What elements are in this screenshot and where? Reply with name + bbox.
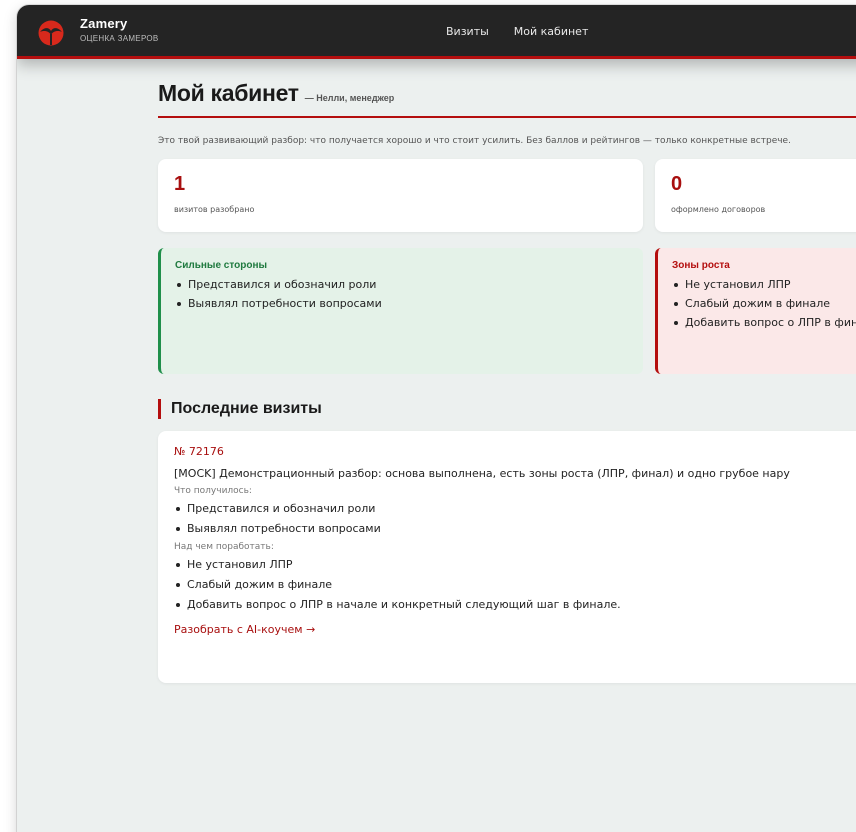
brand-tagline: ОЦЕНКА ЗАМЕРОВ	[80, 34, 159, 43]
list-item: Не установил ЛПР	[672, 277, 856, 293]
stat-value: 0	[671, 173, 683, 195]
list-item: Выявлял потребности вопросами	[174, 521, 856, 537]
main-content: Мой кабинет — Нелли, менеджер Это твой р…	[158, 80, 856, 683]
growth-panel: Зоны роста Не установил ЛПР Слабый дожим…	[655, 248, 856, 374]
visit-card: № 72176 [MOCK] Демонстрационный разбор: …	[158, 431, 856, 683]
page-subtitle: — Нелли, менеджер	[304, 93, 395, 103]
list-item: Выявлял потребности вопросами	[175, 296, 629, 312]
main-nav: Визиты Мой кабинет	[446, 25, 588, 38]
strengths-panel: Сильные стороны Представился и обозначил…	[158, 248, 643, 374]
stat-card-visits: 1 визитов разобрано	[158, 159, 643, 232]
stat-label: визитов разобрано	[174, 205, 255, 214]
accent-bar	[158, 399, 161, 419]
recent-visits-heading: Последние визиты	[158, 399, 856, 419]
list-item: Представился и обозначил роли	[175, 277, 629, 293]
top-navbar: Zamery ОЦЕНКА ЗАМЕРОВ Визиты Мой кабинет	[17, 5, 856, 59]
visit-number[interactable]: № 72176	[174, 445, 856, 458]
list-item: Представился и обозначил роли	[174, 501, 856, 517]
list-item: Добавить вопрос о ЛПР в финале.	[672, 315, 856, 331]
stat-label: оформлено договоров	[671, 205, 766, 214]
feedback-panels: Сильные стороны Представился и обозначил…	[158, 248, 856, 374]
visit-description: [MOCK] Демонстрационный разбор: основа в…	[174, 467, 790, 480]
stat-card-contracts: 0 оформлено договоров	[655, 159, 856, 232]
work-label: Над чем поработать:	[174, 542, 274, 552]
list-item: Добавить вопрос о ЛПР в начале и конкрет…	[174, 597, 856, 613]
stats-row: 1 визитов разобрано 0 оформлено договоро…	[158, 159, 856, 232]
good-label: Что получилось:	[174, 486, 252, 496]
nav-my-cabinet[interactable]: Мой кабинет	[514, 25, 589, 38]
list-item: Слабый дожим в финале	[174, 577, 856, 593]
growth-title: Зоны роста	[672, 260, 730, 271]
nav-visits[interactable]: Визиты	[446, 25, 489, 38]
list-item: Слабый дожим в финале	[672, 296, 856, 312]
page-header: Мой кабинет — Нелли, менеджер	[158, 80, 856, 118]
ai-coach-link[interactable]: Разобрать с AI-коучем →	[174, 623, 315, 636]
logo-icon[interactable]	[38, 20, 64, 46]
app-window: Zamery ОЦЕНКА ЗАМЕРОВ Визиты Мой кабинет…	[17, 5, 856, 832]
page-title: Мой кабинет	[158, 80, 299, 106]
brand-name[interactable]: Zamery	[80, 16, 127, 31]
intro-text: Это твой развивающий разбор: что получае…	[158, 136, 791, 146]
section-title: Последние визиты	[171, 400, 322, 417]
list-item: Не установил ЛПР	[174, 557, 856, 573]
stat-value: 1	[174, 173, 186, 195]
strengths-title: Сильные стороны	[175, 260, 268, 271]
